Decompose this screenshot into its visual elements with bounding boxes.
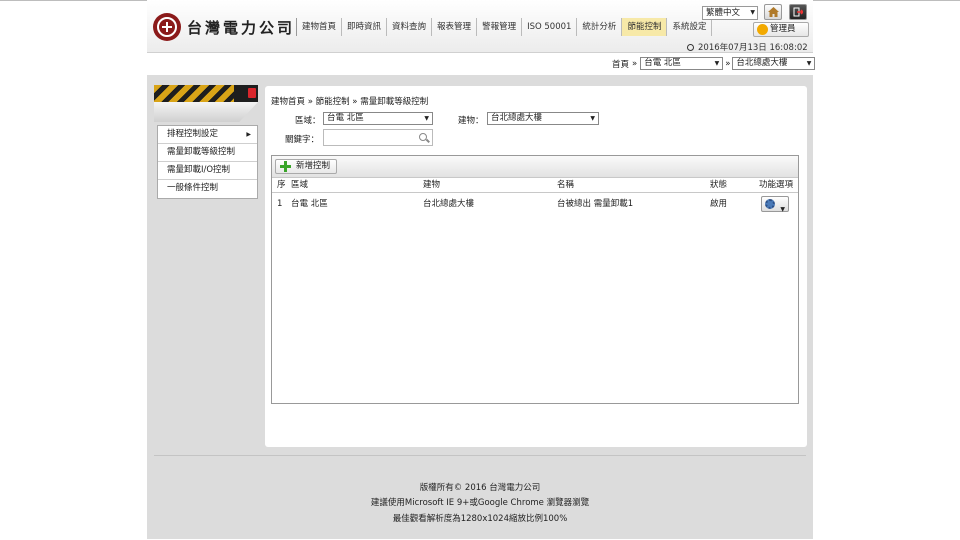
footer-divider: [154, 455, 806, 456]
building-select[interactable]: 台北總處大樓 ▼: [487, 112, 599, 125]
chevron-down-icon: ▼: [424, 115, 429, 122]
column-header-region: 區域: [291, 180, 309, 190]
logo[interactable]: 台灣電力公司: [153, 12, 303, 42]
column-header-actions: 功能選項: [759, 180, 794, 190]
nav-item-settings[interactable]: 系統設定: [667, 18, 713, 36]
header: 台灣電力公司 建物首頁 即時資訊 資料查詢 報表管理 警報管理 ISO 5000…: [147, 0, 813, 53]
column-header-name: 名稱: [557, 180, 575, 190]
search-icon[interactable]: [419, 133, 427, 141]
chevron-down-icon: ▼: [750, 9, 755, 16]
home-button[interactable]: [764, 4, 782, 20]
clock-icon: [687, 44, 694, 51]
main-nav: 建物首頁 即時資訊 資料查詢 報表管理 警報管理 ISO 50001 統計分析 …: [296, 18, 713, 36]
cell-building: 台北總處大樓: [423, 199, 475, 209]
datetime-display: 2016年07月13日 16:08:02: [687, 41, 808, 53]
column-header-building: 建物: [423, 180, 441, 190]
building-value: 台北總處大樓: [491, 113, 543, 123]
control-grid: 新增控制 序 區域 建物 名稱 狀態 功能選項 1 台電 北區 台北總處大樓 台…: [271, 155, 799, 404]
home-icon: [767, 7, 779, 17]
add-control-button[interactable]: 新增控制: [275, 159, 338, 174]
main-panel: 排程控制設定 ▶ 需量卸載等級控制 需量卸載I/O控制 一般條件控制 建物首頁 …: [147, 75, 813, 539]
footer-browser-note: 建議使用Microsoft IE 9+或Google Chrome 瀏覽器瀏覽: [370, 498, 590, 508]
nav-item-alarms[interactable]: 警報管理: [477, 18, 523, 36]
region-select[interactable]: 台電 北區 ▼: [323, 112, 433, 125]
keyword-label: 關鍵字：: [285, 135, 320, 145]
top-building-select[interactable]: 台北總處大樓 ▼: [732, 57, 816, 70]
content-breadcrumb: 建物首頁 » 節能控制 » 需量卸載等級控制: [271, 97, 429, 107]
chevron-down-icon: ▼: [806, 60, 812, 67]
chevron-down-icon: ▼: [714, 60, 720, 67]
language-select[interactable]: 繁體中文 ▼: [702, 6, 758, 20]
table-row[interactable]: 1 台電 北區 台北總處大樓 台被總出 需量卸載1 啟用 ▼: [272, 193, 798, 215]
logout-icon: [793, 7, 803, 17]
footer-copyright: 版權所有© 2016 台灣電力公司: [419, 483, 541, 493]
column-header-status: 狀態: [710, 180, 728, 190]
logout-button[interactable]: [789, 4, 807, 20]
nav-item-statistics[interactable]: 統計分析: [577, 18, 623, 36]
sidebar-item-label: 需量卸載I/O控制: [167, 165, 231, 175]
cell-status: 啟用: [710, 199, 728, 209]
sidebar-header: [154, 85, 258, 102]
region-value: 台電 北區: [327, 113, 364, 123]
admin-label: 管理員: [770, 24, 796, 34]
region-label: 區域：: [295, 116, 321, 126]
top-region-value: 台電 北區: [644, 58, 681, 68]
nav-item-realtime[interactable]: 即時資訊: [342, 18, 388, 36]
sidebar-item-schedule[interactable]: 排程控制設定 ▶: [158, 126, 257, 144]
building-label: 建物：: [458, 116, 484, 126]
datetime-text: 2016年07月13日 16:08:02: [698, 43, 808, 53]
table-header: 序 區域 建物 名稱 狀態 功能選項: [272, 178, 798, 193]
keyword-search-input[interactable]: [323, 129, 433, 146]
admin-button[interactable]: 管理員: [753, 22, 809, 37]
sidebar-item-demand-level[interactable]: 需量卸載等級控制: [158, 144, 257, 162]
cell-index: 1: [277, 199, 283, 209]
chevron-down-icon: ▼: [590, 115, 595, 122]
nav-item-query[interactable]: 資料查詢: [387, 18, 433, 36]
gear-icon: [765, 199, 775, 209]
flag-icon: [248, 88, 256, 98]
top-region-select[interactable]: 台電 北區 ▼: [640, 57, 724, 70]
chevron-down-icon: ▼: [780, 206, 785, 213]
sidebar-item-label: 需量卸載等級控制: [167, 147, 236, 157]
breadcrumb-separator: »: [632, 58, 638, 69]
top-breadcrumb: 首頁 » 台電 北區 ▼ » 台北總處大樓 ▼: [612, 57, 816, 70]
nav-item-energy-control[interactable]: 節能控制: [622, 18, 668, 36]
top-building-value: 台北總處大樓: [736, 58, 788, 68]
sidebar-item-demand-io[interactable]: 需量卸載I/O控制: [158, 162, 257, 180]
add-control-label: 新增控制: [296, 161, 331, 171]
hazard-stripes: [154, 85, 234, 102]
sidebar-tab: [154, 102, 258, 122]
breadcrumb-separator: »: [725, 58, 731, 69]
row-actions-button[interactable]: ▼: [761, 196, 789, 213]
grid-toolbar: 新增控制: [272, 156, 798, 178]
cell-name: 台被總出 需量卸載1: [557, 199, 634, 209]
gear-icon: [757, 24, 768, 35]
sidebar-item-label: 一般條件控制: [167, 183, 219, 193]
sidebar-item-general[interactable]: 一般條件控制: [158, 180, 257, 198]
sidebar-item-label: 排程控制設定: [167, 129, 219, 139]
sidebar-menu: 排程控制設定 ▶ 需量卸載等級控制 需量卸載I/O控制 一般條件控制: [157, 125, 258, 199]
taipower-logo-icon: [153, 13, 181, 41]
nav-item-building-home[interactable]: 建物首頁: [297, 18, 343, 36]
cell-region: 台電 北區: [291, 199, 328, 209]
logo-text: 台灣電力公司: [187, 18, 296, 37]
column-header-index: 序: [277, 180, 286, 190]
footer-resolution-note: 最佳觀看解析度為1280x1024縮放比例100%: [392, 514, 568, 524]
content-area: 建物首頁 » 節能控制 » 需量卸載等級控制 區域： 台電 北區 ▼ 建物： 台…: [265, 86, 807, 447]
chevron-right-icon: ▶: [246, 131, 251, 138]
breadcrumb-home[interactable]: 首頁: [612, 58, 629, 70]
nav-item-iso[interactable]: ISO 50001: [522, 18, 578, 36]
language-value: 繁體中文: [706, 8, 741, 18]
plus-icon: [280, 161, 291, 172]
nav-item-reports[interactable]: 報表管理: [432, 18, 478, 36]
